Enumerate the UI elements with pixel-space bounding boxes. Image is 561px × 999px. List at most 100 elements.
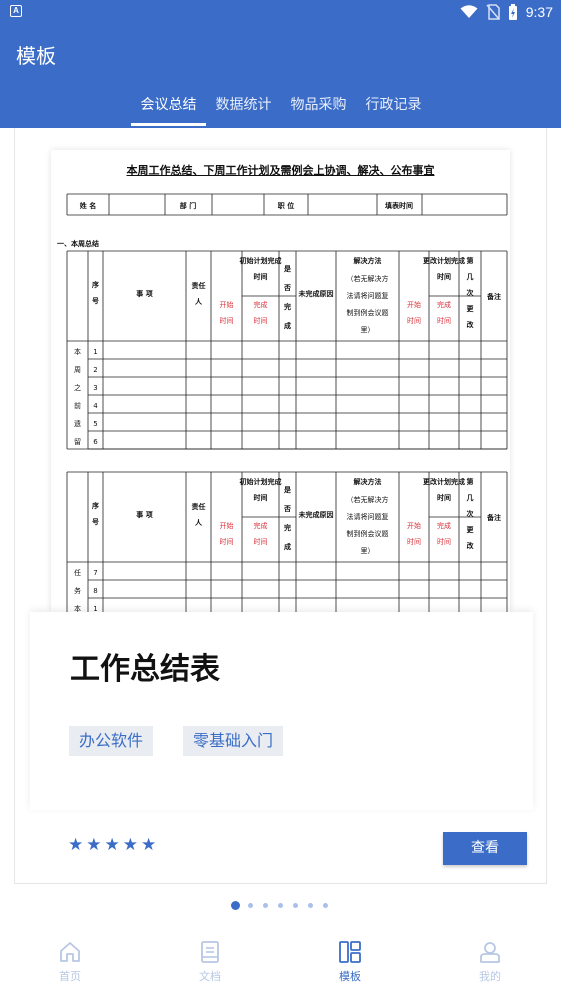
rating: ★ ★ ★ ★ ★ xyxy=(68,836,156,854)
tab-meeting-summary[interactable]: 会议总结 xyxy=(131,94,206,124)
pager-dot[interactable] xyxy=(293,903,298,908)
tag-beginner[interactable]: 零基础入门 xyxy=(183,726,284,756)
header-owner: 人 xyxy=(195,297,203,306)
header-owner: 人 xyxy=(195,518,203,527)
header-nth-change: 几 xyxy=(467,494,474,502)
pager-dot[interactable] xyxy=(278,903,283,908)
header-seq: 号 xyxy=(92,517,99,526)
row-number: 2 xyxy=(93,366,97,374)
row-group-label: 务 xyxy=(74,586,81,595)
header-nth-change: 第 xyxy=(467,477,474,486)
header-done: 是 xyxy=(283,264,292,273)
card-info-panel: 工作总结表 办公软件 零基础入门 xyxy=(30,612,533,810)
status-time: 9:37 xyxy=(525,4,553,20)
header-solution-note: 里） xyxy=(361,547,375,555)
header-nth-change: 几 xyxy=(467,273,474,281)
row-number: 8 xyxy=(93,587,97,595)
pager-dot-active[interactable] xyxy=(231,901,240,910)
pager-dot[interactable] xyxy=(308,903,313,908)
row-number: 1 xyxy=(93,348,97,356)
row-group-label: 留 xyxy=(74,437,81,446)
header-done: 完 xyxy=(284,302,291,311)
nav-profile-label: 我的 xyxy=(479,970,501,983)
star-icon: ★ xyxy=(141,835,157,855)
card-title: 工作总结表 xyxy=(70,652,220,687)
header-finish: 时间 xyxy=(254,316,268,325)
header-nth-change: 更 xyxy=(467,305,475,313)
status-icons: 9:37 xyxy=(460,3,553,21)
header-owner: 责任 xyxy=(192,502,206,511)
header-start: 时间 xyxy=(220,316,234,325)
header-solution-note: 法请将问题复 xyxy=(347,512,389,521)
document-table: 姓 名部 门职 位填表时间一、本周总结序号事 项责任人初始计划完成时间开始时间完… xyxy=(57,193,508,612)
header-finish: 完成 xyxy=(254,521,268,530)
status-bar: A 9:37 xyxy=(0,0,561,24)
star-icon: ★ xyxy=(68,835,84,855)
header-start: 开始 xyxy=(220,521,234,530)
header-nth-change: 次 xyxy=(467,509,474,518)
star-icon: ★ xyxy=(86,835,102,855)
header-changed-finish: 完成 xyxy=(437,521,451,530)
header-solution-note: （若无解决方 xyxy=(347,495,389,504)
pager-dot[interactable] xyxy=(263,903,268,908)
info-label-department: 部 门 xyxy=(180,201,196,210)
nav-documents[interactable]: 文档 xyxy=(170,940,250,994)
header-changed-start: 时间 xyxy=(407,537,421,546)
header-start: 时间 xyxy=(220,537,234,546)
row-number: 6 xyxy=(93,438,98,446)
header-solution-note: 制到例会议题 xyxy=(347,308,389,317)
info-label-fill-time: 填表时间 xyxy=(385,201,413,210)
row-group-label: 之 xyxy=(74,383,81,392)
nav-templates[interactable]: 模板 xyxy=(310,940,390,994)
header-changed-finish: 时间 xyxy=(437,537,451,546)
header-owner: 责任 xyxy=(192,281,206,290)
header-changed-start: 开始 xyxy=(407,521,421,530)
pager-dot[interactable] xyxy=(323,903,328,908)
nav-templates-label: 模板 xyxy=(339,970,361,983)
page-title: 模板 xyxy=(16,44,56,68)
header-done: 是 xyxy=(283,485,292,494)
star-icon: ★ xyxy=(122,835,138,855)
info-label-position: 职 位 xyxy=(278,201,294,210)
header-solution: 解决方法 xyxy=(354,477,382,486)
header-changed-finish: 时间 xyxy=(437,316,451,325)
header-start: 开始 xyxy=(220,300,234,309)
profile-icon xyxy=(480,942,500,963)
header-done: 完 xyxy=(284,523,291,532)
tag-office-software[interactable]: 办公软件 xyxy=(69,726,154,756)
header-reason: 未完成原因 xyxy=(299,510,334,519)
header-item: 事 项 xyxy=(136,510,152,519)
wifi-icon xyxy=(460,5,478,18)
header-solution-note: 法请将问题复 xyxy=(347,291,389,300)
header-solution-note: （若无解决方 xyxy=(347,274,389,283)
header-nth-change: 改 xyxy=(467,320,475,329)
header-changed-start: 开始 xyxy=(407,300,421,309)
header-finish: 时间 xyxy=(254,537,268,546)
nav-profile[interactable]: 我的 xyxy=(450,940,530,994)
row-group-label: 前 xyxy=(74,401,81,410)
row-group-label: 周 xyxy=(74,366,81,374)
row-number: 5 xyxy=(93,420,97,428)
document-preview[interactable]: 姓 名部 门职 位填表时间 一、本周总结序号事 项责任人初始计划完成 时间 开始 时间完… xyxy=(51,150,510,612)
row-number: 4 xyxy=(93,402,98,410)
header-item: 事 项 xyxy=(136,289,152,298)
bottom-nav: 首页 文档 模板 我的 xyxy=(0,930,561,999)
header-remark: 备注 xyxy=(486,292,501,301)
document-title: 本周工作总结、下周工作计划及需例会上协调、解决、公布事宜 xyxy=(126,164,435,177)
tab-purchase[interactable]: 物品采购 xyxy=(281,94,356,124)
tab-data-statistics[interactable]: 数据统计 xyxy=(206,94,281,124)
header-nth-change: 次 xyxy=(467,288,474,297)
header-initial-plan: 时间 xyxy=(254,272,268,281)
star-icon: ★ xyxy=(104,835,120,855)
header-done: 成 xyxy=(284,321,291,330)
home-icon xyxy=(60,942,80,962)
pager-dot[interactable] xyxy=(248,903,253,908)
header-remark: 备注 xyxy=(486,513,501,522)
header-solution-note: 制到例会议题 xyxy=(347,529,389,538)
tab-admin-records[interactable]: 行政记录 xyxy=(356,94,431,124)
no-sim-icon xyxy=(486,4,500,20)
section-heading: 一、本周总结 xyxy=(57,239,99,248)
view-button[interactable]: 查看 xyxy=(443,832,527,865)
header-initial-plan: 初始计划完成 xyxy=(240,256,282,265)
nav-home[interactable]: 首页 xyxy=(30,940,110,994)
